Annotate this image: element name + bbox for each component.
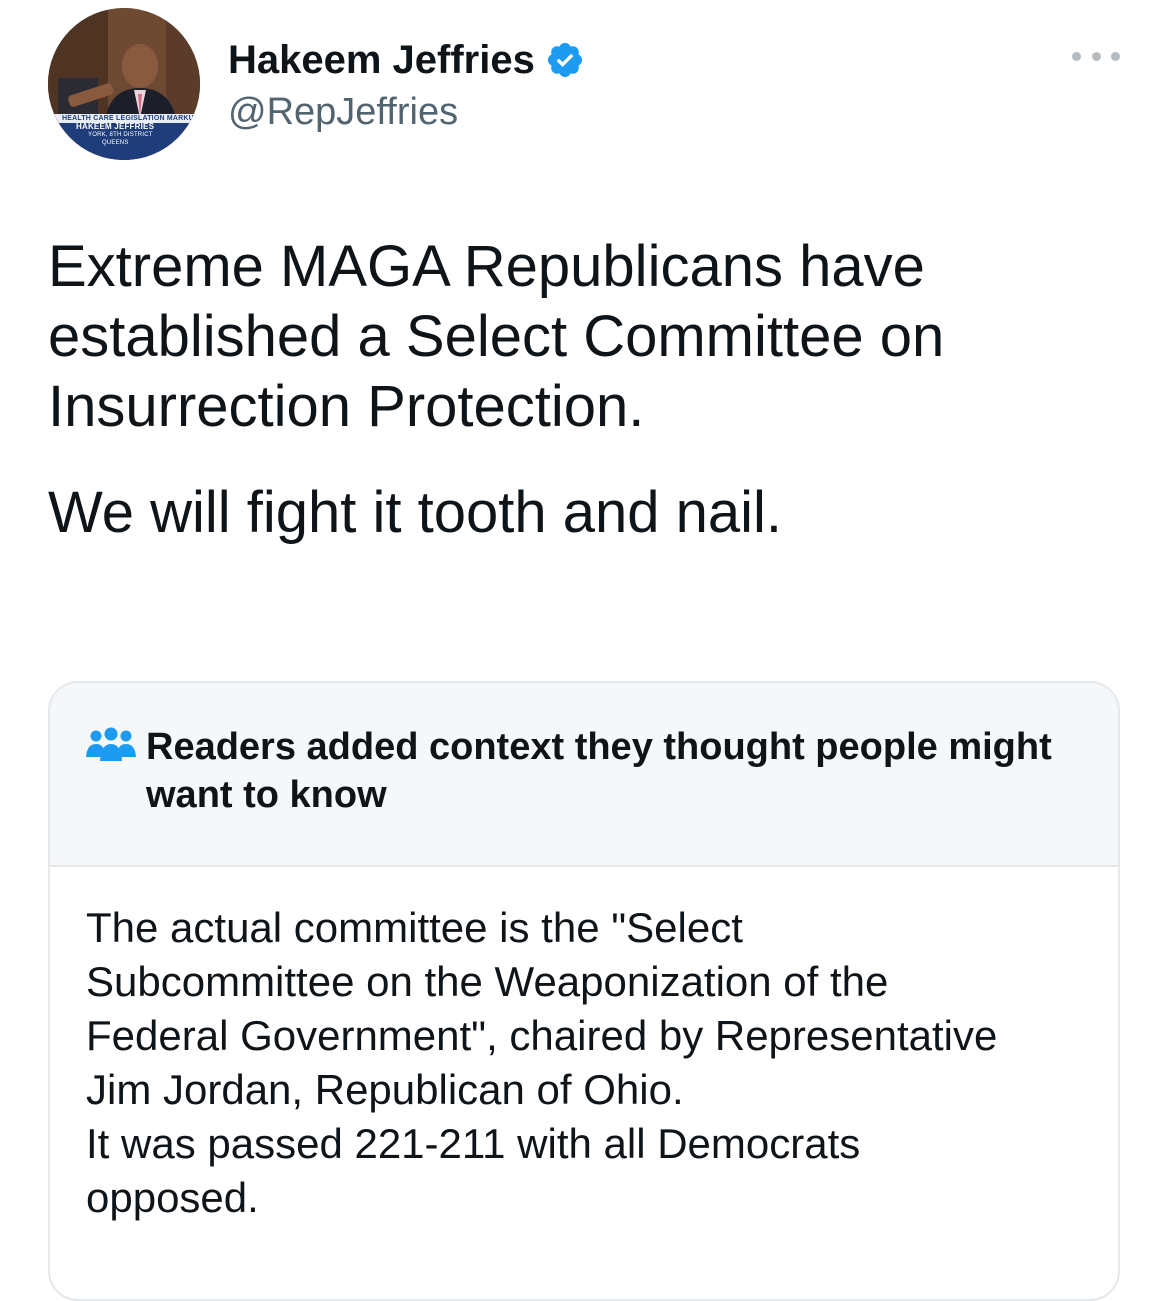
author-name-row[interactable]: Hakeem Jeffries	[228, 34, 585, 86]
avatar-caption: Health Care Legislation Markup Hakeem Je…	[48, 115, 200, 147]
verified-badge-icon	[545, 40, 585, 80]
community-note-title: Readers added context they thought peopl…	[146, 726, 1052, 816]
tweet-text: Extreme MAGA Republicans have establishe…	[48, 232, 1128, 548]
note-line: opposed.	[86, 1174, 259, 1221]
community-note-body: The actual committee is the "Select Subc…	[86, 901, 1086, 1225]
more-dot	[1072, 51, 1081, 61]
more-options-icon[interactable]	[1072, 44, 1120, 68]
note-line: The actual committee is the "Select	[86, 904, 743, 951]
avatar-caption-line: Queens	[102, 140, 129, 146]
community-note-header: Readers added context they thought peopl…	[50, 683, 1118, 867]
tweet-paragraph: Extreme MAGA Republicans have establishe…	[48, 234, 945, 439]
tweet-paragraph: We will fight it tooth and nail.	[48, 480, 782, 545]
author-handle[interactable]: @RepJeffries	[228, 88, 458, 136]
more-dot	[1111, 51, 1120, 61]
note-line: Federal Government", chaired by Represen…	[86, 1012, 998, 1059]
note-line: Jim Jordan, Republican of Ohio.	[86, 1066, 684, 1113]
more-dot	[1091, 51, 1101, 61]
note-line: It was passed 221-211 with all Democrats	[86, 1120, 861, 1167]
author-display-name[interactable]: Hakeem Jeffries	[228, 34, 535, 86]
people-group-icon	[86, 727, 136, 763]
author-avatar[interactable]: Health Care Legislation Markup Hakeem Je…	[48, 8, 200, 160]
note-line: Subcommittee on the Weaponization of the	[86, 958, 889, 1005]
avatar-caption-line: York, 8th District	[88, 132, 153, 138]
avatar-caption-line: Hakeem Jeffries	[76, 122, 155, 131]
community-note-card[interactable]: Readers added context they thought peopl…	[48, 681, 1120, 1301]
